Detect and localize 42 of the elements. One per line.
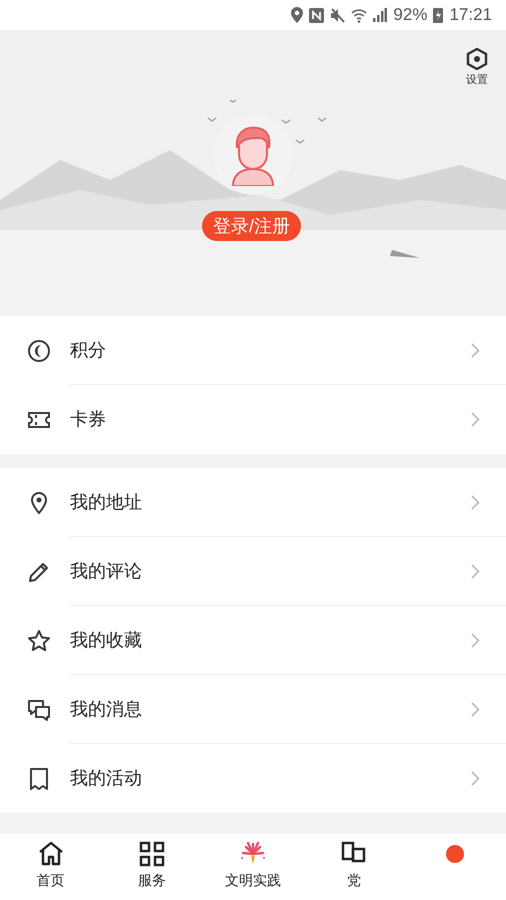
menu-label: 我的活动 (70, 767, 143, 790)
mute-icon (330, 8, 346, 22)
chevron-right-icon (471, 494, 480, 510)
menu-label: 我的收藏 (70, 628, 143, 652)
signal-icon (373, 8, 388, 22)
menu-label: 积分 (70, 338, 107, 362)
clock: 17:21 (449, 4, 492, 26)
bookmark-icon (27, 766, 51, 790)
chevron-right-icon (471, 342, 480, 358)
grid-icon (138, 840, 166, 868)
menu-item[interactable]: 卡券 (0, 385, 506, 454)
chevron-right-icon (471, 702, 480, 716)
menu-item[interactable]: 我的评论 (0, 537, 506, 606)
tab-item[interactable]: 文明实践 (202, 834, 304, 900)
menu-label: 我的地址 (70, 490, 143, 514)
menu-label: 我的消息 (70, 698, 143, 720)
settings-button[interactable]: 设置 (466, 48, 488, 88)
chevron-right-icon (471, 632, 480, 648)
tab-item[interactable]: 党 (304, 834, 405, 900)
menu-item[interactable]: 我的地址 (0, 468, 506, 537)
battery-charging-icon (433, 7, 444, 23)
login-register-button[interactable]: 登录/注册 (202, 211, 302, 241)
chevron-right-icon (471, 564, 480, 578)
home-icon (36, 840, 65, 868)
menu-item[interactable]: 我的活动 (0, 744, 506, 813)
wifi-icon (351, 8, 368, 22)
menu-label: 我的评论 (70, 560, 143, 582)
tab-item[interactable]: 服务 (101, 834, 202, 900)
star-icon (27, 628, 51, 652)
location-icon (291, 7, 304, 23)
battery-percent: 92% (393, 4, 428, 26)
menu-item[interactable]: 我的消息 (0, 675, 506, 744)
menu-item[interactable]: 积分 (0, 316, 506, 385)
chevron-right-icon (471, 412, 480, 427)
chevron-right-icon (471, 771, 480, 786)
menu-label: 卡券 (70, 408, 107, 431)
settings-icon (466, 48, 488, 70)
menu-item[interactable]: 我的收藏 (0, 606, 506, 675)
nfc-icon (309, 8, 324, 22)
chat-bubbles-icon (27, 698, 51, 722)
tab-item[interactable]: 首页 (0, 834, 102, 900)
coin-icon (27, 338, 51, 362)
